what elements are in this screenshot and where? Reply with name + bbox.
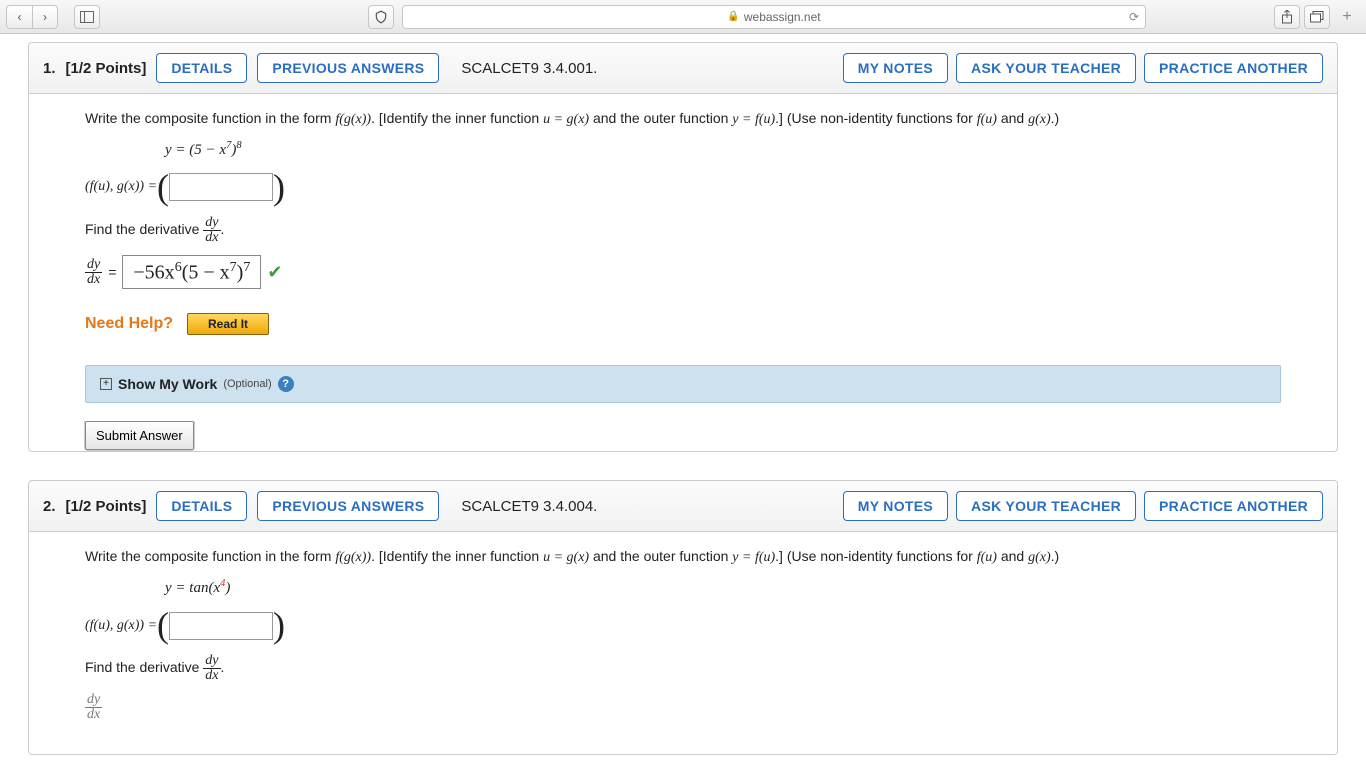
tuple-input[interactable] — [169, 612, 273, 640]
read-it-button[interactable]: Read It — [187, 313, 269, 335]
my-notes-button[interactable]: MY NOTES — [843, 491, 948, 521]
derivative-answer-row: dydx = −56x6(5 − x7)7 ✔ — [85, 255, 1281, 290]
question-points: [1/2 Points] — [66, 60, 147, 77]
help-icon[interactable]: ? — [278, 376, 294, 392]
previous-answers-button[interactable]: PREVIOUS ANSWERS — [257, 491, 439, 521]
question-code: SCALCET9 3.4.004. — [461, 498, 597, 515]
show-work-label: Show My Work — [118, 376, 217, 392]
question-number: 1. — [43, 60, 56, 77]
tuple-input-row: (f(u), g(x)) = ( ) — [85, 611, 1281, 640]
new-tab-button[interactable]: + — [1334, 5, 1360, 29]
need-help-row: Need Help? Read It — [85, 313, 1281, 335]
derivative-prompt: Find the derivative dydx. — [85, 654, 1281, 683]
close-paren: ) — [273, 611, 285, 640]
question-1-header: 1. [1/2 Points] DETAILS PREVIOUS ANSWERS… — [29, 43, 1337, 94]
question-actions: MY NOTES ASK YOUR TEACHER PRACTICE ANOTH… — [843, 491, 1323, 521]
practice-another-button[interactable]: PRACTICE ANOTHER — [1144, 53, 1323, 83]
question-actions: MY NOTES ASK YOUR TEACHER PRACTICE ANOTH… — [843, 53, 1323, 83]
tuple-label: (f(u), g(x)) = — [85, 618, 157, 634]
ask-teacher-button[interactable]: ASK YOUR TEACHER — [956, 491, 1136, 521]
practice-another-button[interactable]: PRACTICE ANOTHER — [1144, 491, 1323, 521]
need-help-label: Need Help? — [85, 315, 173, 333]
tuple-label: (f(u), g(x)) = — [85, 179, 157, 195]
expand-icon: + — [100, 378, 112, 390]
details-button[interactable]: DETAILS — [156, 491, 247, 521]
tabs-button[interactable] — [1304, 5, 1330, 29]
back-button[interactable]: ‹ — [6, 5, 32, 29]
question-2-header: 2. [1/2 Points] DETAILS PREVIOUS ANSWERS… — [29, 481, 1337, 532]
tuple-input-row: (f(u), g(x)) = ( ) — [85, 173, 1281, 202]
given-equation: y = tan(x4) — [165, 578, 1281, 597]
question-code: SCALCET9 3.4.001. — [461, 60, 597, 77]
open-paren: ( — [157, 611, 169, 640]
previous-answers-button[interactable]: PREVIOUS ANSWERS — [257, 53, 439, 83]
forward-button[interactable]: › — [32, 5, 58, 29]
refresh-icon[interactable]: ⟳ — [1129, 10, 1139, 24]
derivative-prompt: Find the derivative dydx. — [85, 216, 1281, 245]
tuple-input[interactable] — [169, 173, 273, 201]
dydx-label: dydx — [85, 693, 102, 722]
show-my-work-panel[interactable]: + Show My Work (Optional) ? — [85, 365, 1281, 403]
close-paren: ) — [273, 173, 285, 202]
share-button[interactable] — [1274, 5, 1300, 29]
correct-check-icon: ✔ — [267, 262, 282, 283]
question-prompt: Write the composite function in the form… — [85, 108, 1281, 130]
ask-teacher-button[interactable]: ASK YOUR TEACHER — [956, 53, 1136, 83]
question-1-body: Write the composite function in the form… — [29, 94, 1337, 421]
question-prompt: Write the composite function in the form… — [85, 546, 1281, 568]
given-equation: y = (5 − x7)8 — [165, 140, 1281, 159]
derivative-answer: −56x6(5 − x7)7 — [122, 255, 261, 290]
page-content: 1. [1/2 Points] DETAILS PREVIOUS ANSWERS… — [0, 34, 1366, 755]
question-number: 2. — [43, 498, 56, 515]
open-paren: ( — [157, 173, 169, 202]
my-notes-button[interactable]: MY NOTES — [843, 53, 948, 83]
question-points: [1/2 Points] — [66, 498, 147, 515]
question-2-card: 2. [1/2 Points] DETAILS PREVIOUS ANSWERS… — [28, 480, 1338, 755]
url-text: webassign.net — [744, 10, 821, 24]
question-2-body: Write the composite function in the form… — [29, 532, 1337, 754]
dydx-label: dydx — [85, 258, 102, 287]
optional-label: (Optional) — [223, 378, 271, 390]
question-1-card: 1. [1/2 Points] DETAILS PREVIOUS ANSWERS… — [28, 42, 1338, 452]
submit-row: Submit Answer — [29, 421, 1337, 451]
sidebar-toggle-button[interactable] — [74, 5, 100, 29]
lock-icon: 🔒 — [727, 11, 739, 22]
privacy-shield-icon[interactable] — [368, 5, 394, 29]
browser-toolbar: ‹ › 🔒 webassign.net ⟳ + — [0, 0, 1366, 34]
url-bar[interactable]: 🔒 webassign.net ⟳ — [402, 5, 1146, 29]
derivative-partial-row: dydx — [85, 693, 1281, 722]
details-button[interactable]: DETAILS — [156, 53, 247, 83]
nav-buttons: ‹ › — [6, 5, 58, 29]
submit-answer-button[interactable]: Submit Answer — [85, 421, 194, 450]
